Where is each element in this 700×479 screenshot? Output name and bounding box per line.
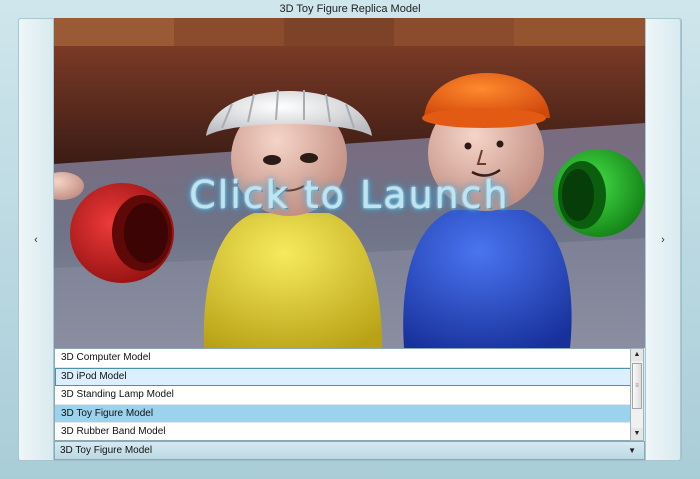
model-preview[interactable]: Click to Launch: [54, 18, 645, 348]
chevron-left-icon: ‹: [34, 233, 38, 246]
scroll-up-icon[interactable]: ▲: [631, 349, 643, 361]
model-select-dropdown[interactable]: 3D Toy Figure Model ▼: [54, 441, 645, 460]
list-item-toy-figure[interactable]: 3D Toy Figure Model: [55, 404, 643, 424]
dropdown-arrow-icon[interactable]: ▼: [628, 442, 636, 459]
list-item-ipod[interactable]: 3D iPod Model: [55, 367, 643, 387]
dropdown-value: 3D Toy Figure Model: [60, 445, 153, 456]
list-scrollbar[interactable]: ▲ ≡ ▼: [630, 348, 644, 441]
scroll-down-icon[interactable]: ▼: [631, 428, 643, 440]
chevron-right-icon: ›: [661, 233, 665, 246]
next-button[interactable]: ›: [645, 18, 681, 461]
list-item-computer[interactable]: 3D Computer Model: [55, 349, 643, 368]
launch-overlay-text[interactable]: Click to Launch: [54, 173, 645, 233]
scroll-thumb[interactable]: ≡: [632, 363, 642, 409]
list-item-rubber-band[interactable]: 3D Rubber Band Model: [55, 423, 643, 440]
model-list[interactable]: 3D Computer Model 3D iPod Model 3D Stand…: [54, 348, 644, 441]
previous-button[interactable]: ‹: [18, 18, 54, 461]
list-item-standing-lamp[interactable]: 3D Standing Lamp Model: [55, 386, 643, 405]
window-title: 3D Toy Figure Replica Model: [279, 3, 421, 15]
